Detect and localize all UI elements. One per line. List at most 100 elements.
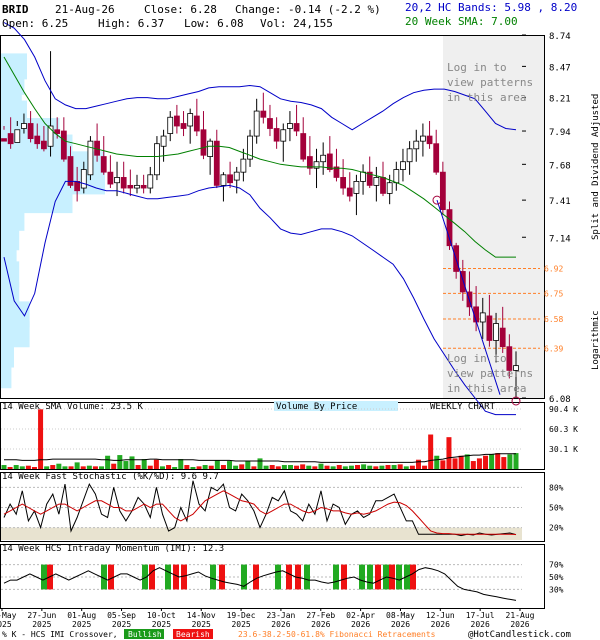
bullish-label: Bullish [128,630,162,639]
high-price: High: 6.37 [98,17,164,30]
candle-body [326,153,333,170]
x-tick-label: 05-Sep 2025 [107,611,136,629]
x-tick-label: 30-May2025 [0,611,17,629]
x-tick-label: 14-Nov 2025 [187,611,216,629]
volume-bar [385,465,391,469]
candle-body [300,133,307,160]
candle-body [7,133,14,145]
candle-body [373,177,380,186]
candle-body [320,154,327,163]
split-adjusted-label: Split and Dividend Adjusted [591,94,600,240]
volume-bar [379,465,385,469]
volume-bar [306,465,312,469]
candle-body [493,323,499,341]
fib-level-label: 6.39 [544,344,563,353]
copyright-label: @HotCandlestick.com [468,630,571,640]
pattern-login-note-line: Log in to [447,61,507,74]
candle-body [193,115,200,132]
volume-bar [123,461,129,469]
stochastic-k-line [3,480,517,537]
volume-bar [513,453,519,469]
volume-bar [31,467,37,469]
volume-bar [44,466,50,469]
candle-body [340,177,347,189]
volume-bar [245,461,251,469]
candle-body [74,181,81,192]
volume-bar [312,466,318,469]
candle-body [27,123,34,140]
imi-crossover-bar [375,564,381,590]
candle-body [207,140,214,157]
x-tick-label: 08-May 2026 [386,611,415,629]
volume-bar [300,464,306,469]
volume-tick-label: 90.4 K [549,405,578,414]
volume-bar [74,462,80,469]
candle-body [87,140,94,176]
volume-bar [214,460,220,469]
candle-body [1,138,7,142]
volume-bar [251,466,257,469]
open-price: Open: 6.25 [2,17,68,30]
vbp-bar [1,362,12,389]
volume-panel-title: 14 Week SMA Volume: 23.5 K [2,402,143,412]
volume-bar [92,466,98,469]
fib-level-label: 6.92 [544,265,563,274]
imi-crossover-bar [410,564,416,590]
candle-body [439,171,446,211]
imi-panel-title: 14 Week HCS Intraday Momentum (IMI): 12.… [2,544,224,554]
candle-body [393,169,400,184]
x-tick-label: 21-Aug 2026 [506,611,535,629]
candle-body [60,130,67,160]
volume-bar [135,465,141,469]
volume-bar [281,465,287,469]
pattern-login-note-line: in this area [447,382,526,395]
volume-bar [452,458,458,469]
imi-crossover-bar [149,564,155,590]
stochastic-panel-title: 14 Week Fast Stochastic (%K/%D): 9.6 9.7 [2,472,219,482]
candle-body [280,129,287,142]
candle-body [426,135,433,145]
x-tick-label: 17-Jul 2026 [466,611,495,629]
candle-body [499,327,506,348]
stochastic-tick-label: 80% [549,483,564,492]
price-tick-label: 7.41 [549,197,571,207]
volume-bar [111,463,117,469]
volume-bar [409,465,415,469]
volume-bar [495,453,501,469]
bearish-label: Bearish [176,630,210,639]
volume-bar [257,458,263,469]
price-change: Change: -0.14 (-2.2 %) [235,3,381,16]
candle-body [120,177,127,189]
volume-bar [428,434,434,469]
imi-tick-label: 30% [549,585,564,594]
volume-bar [233,465,239,469]
footer-legend-label: % K - HCS IMI Crossover, [2,630,118,639]
fib-level-label: 6.75 [544,289,563,298]
price-tick-label: 6.08 [549,395,571,405]
fib-level-label: 6.58 [544,315,563,324]
imi-crossover-bar [333,564,339,590]
candle-body [220,174,227,186]
candle-body [173,115,180,127]
volume-bar [25,465,31,469]
candle-body [386,182,393,194]
pattern-login-note-line: Log in to [447,352,507,365]
bands-readout: 20,2 HC Bands: 5.98 , 8.20 [405,1,577,14]
price-tick-label: 7.68 [549,161,571,171]
volume-bar [56,463,62,469]
volume-bar [99,466,105,469]
volume-bar [196,466,202,469]
volume-bar [62,466,68,469]
volume-bar [470,461,476,469]
volume-bar [434,455,440,469]
volume-bar [147,465,153,469]
candle-body [413,140,420,150]
candle-body [54,129,61,134]
candle-body [227,174,233,184]
volume-bar [373,466,379,469]
timeframe-label: WEEKLY CHART [430,402,496,412]
volume-bar [159,466,165,469]
ticker-symbol: BRID [2,3,29,16]
candle-body [240,158,247,173]
volume-bar [220,465,226,469]
